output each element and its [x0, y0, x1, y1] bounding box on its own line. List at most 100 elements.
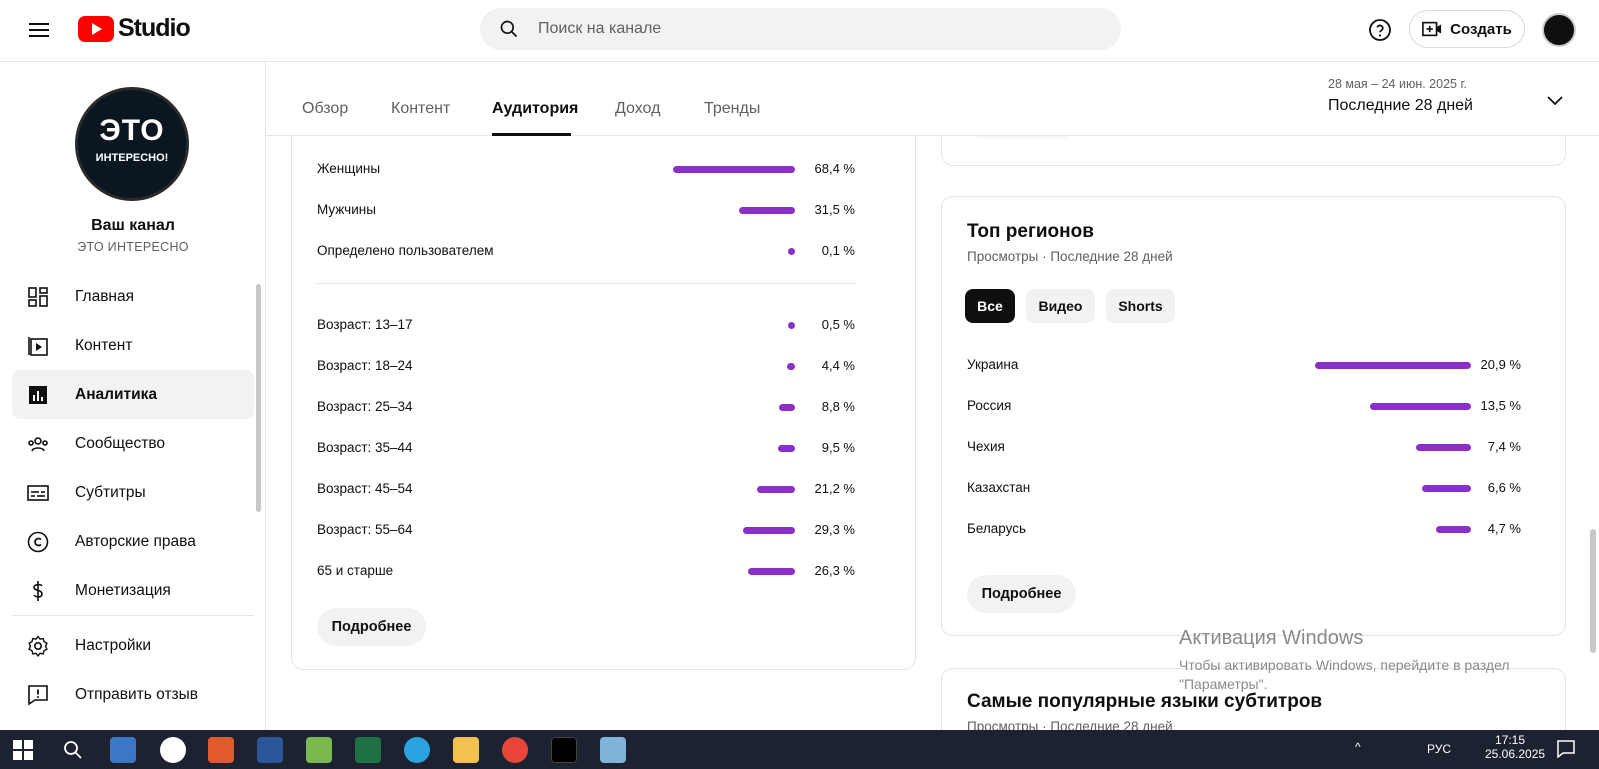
sidebar-item-feedback[interactable]: Отправить отзыв [12, 670, 254, 719]
menu-icon[interactable] [27, 19, 51, 43]
age-row: Возраст: 35–44 9,5 % [292, 436, 915, 460]
sidebar-item-copyright[interactable]: Авторские права [12, 517, 254, 566]
region-row-bar [1315, 362, 1471, 369]
gender-row: Мужчины 31,5 % [292, 198, 915, 222]
demographics-card: Женщины 68,4 % Мужчины 31,5 % Определено пол… [291, 136, 916, 670]
sidebar-item-dashboard[interactable]: Главная [12, 272, 254, 321]
previous-card [941, 136, 1566, 166]
tray-language[interactable]: РУС [1427, 742, 1451, 769]
channel-name: Ваш канал [91, 217, 175, 234]
sidebar-bottom-nav: Настройки Отправить отзыв [12, 615, 254, 719]
media-player-icon[interactable] [110, 737, 136, 763]
sidebar-nav: Главная Контент Аналитика Сообщество Суб… [12, 272, 254, 615]
help-icon[interactable] [1368, 18, 1392, 42]
demographics-divider [317, 283, 857, 284]
word-icon[interactable] [257, 737, 283, 763]
search-box[interactable] [480, 8, 1121, 50]
watermark-title: Активация Windows [1179, 627, 1364, 649]
chip-shorts[interactable]: Shorts [1106, 289, 1175, 323]
notepad-icon[interactable] [306, 737, 332, 763]
region-row: Казахстан 6,6 % [942, 476, 1565, 500]
page-scrollbar[interactable] [1590, 529, 1596, 653]
search-icon [500, 20, 518, 38]
windows-start-icon[interactable] [12, 739, 34, 761]
sidebar-scrollbar[interactable] [256, 284, 261, 512]
monetization-icon [33, 581, 43, 601]
sidebar-item-subtitles[interactable]: Субтитры [12, 468, 254, 517]
youtube-play-icon [78, 15, 114, 42]
age-row-value: 26,3 % [814, 563, 855, 578]
tab-audience[interactable]: Аудитория [492, 100, 578, 118]
tray-clock[interactable]: 17:15 25.06.2025 [1485, 733, 1546, 769]
tray-time: 17:15 [1494, 733, 1526, 747]
gender-row-value: 68,4 % [814, 161, 855, 176]
gender-row-label: Определено пользователем [317, 243, 494, 258]
demographics-more-button[interactable]: Подробнее [317, 608, 426, 646]
excel-icon[interactable] [355, 737, 381, 763]
age-row: Возраст: 25–34 8,8 % [292, 395, 915, 419]
search-input[interactable] [538, 8, 1098, 50]
age-row-label: Возраст: 55–64 [317, 522, 413, 537]
gender-row-value: 0,1 % [821, 243, 855, 258]
powerpoint-icon[interactable] [208, 737, 234, 763]
top-header: Studio Создать [0, 0, 1599, 62]
gender-row: Женщины 68,4 % [292, 157, 915, 181]
sidebar-item-monetization[interactable]: Монетизация [12, 566, 254, 615]
sidebar-item-community[interactable]: Сообщество [12, 419, 254, 468]
taskbar-search-icon[interactable] [62, 739, 84, 761]
age-row: Возраст: 55–64 29,3 % [292, 518, 915, 542]
age-row: Возраст: 13–17 0,5 % [292, 313, 915, 337]
chip-video[interactable]: Видео [1026, 289, 1095, 323]
age-row-bar [742, 527, 795, 534]
notes-app-icon[interactable] [600, 737, 626, 763]
age-row-bar [748, 568, 795, 575]
yandex-browser-icon[interactable] [160, 737, 186, 763]
avatar-text-1: ЭТО [99, 114, 165, 147]
age-row-value: 9,5 % [821, 440, 855, 455]
copyright-icon [27, 531, 49, 553]
region-row-label: Украина [967, 357, 1019, 372]
tab-content[interactable]: Контент [391, 100, 450, 118]
sidebar-item-label: Монетизация [75, 581, 171, 599]
sidebar-item-content[interactable]: Контент [12, 321, 254, 370]
regions-more-button[interactable]: Подробнее [967, 575, 1076, 613]
age-row: Возраст: 18–24 4,4 % [292, 354, 915, 378]
sidebar-item-settings[interactable]: Настройки [12, 621, 254, 670]
tab-revenue[interactable]: Доход [615, 100, 660, 118]
capcut-icon[interactable] [551, 737, 577, 763]
region-row-label: Чехия [967, 439, 1005, 454]
sidebar-item-analytics[interactable]: Аналитика [12, 370, 254, 419]
chevron-down-icon[interactable] [1546, 95, 1564, 107]
watermark-text-2: "Параметры". [1179, 676, 1268, 692]
age-row: 65 и старше 26,3 % [292, 559, 915, 583]
telegram-icon[interactable] [404, 737, 430, 763]
sidebar-item-label: Субтитры [75, 483, 146, 501]
region-row-value: 7,4 % [1487, 439, 1521, 454]
account-avatar[interactable] [1542, 13, 1576, 47]
create-label: Создать [1450, 20, 1512, 38]
tab-trends[interactable]: Тренды [704, 100, 760, 118]
file-explorer-icon[interactable] [453, 737, 479, 763]
tray-date: 25.06.2025 [1485, 747, 1546, 761]
feedback-icon [28, 685, 48, 706]
analytics-tabs: Обзор Контент Аудитория Доход Тренды 28 … [266, 62, 1599, 136]
chrome-icon[interactable] [502, 737, 528, 763]
chip-all[interactable]: Все [965, 289, 1015, 323]
age-row-label: Возраст: 18–24 [317, 358, 413, 373]
channel-avatar[interactable]: ЭТО ИНТЕРЕСНО! [75, 87, 189, 201]
region-row-label: Беларусь [967, 521, 1027, 536]
notification-icon[interactable] [1556, 739, 1576, 759]
channel-handle: ЭТО ИНТЕРЕСНО [77, 240, 189, 254]
tray-chevron-icon[interactable]: ^ [1355, 740, 1361, 769]
studio-logo[interactable]: Studio [78, 14, 191, 43]
gender-row-bar [673, 166, 795, 173]
watermark-text-1: Чтобы активировать Windows, перейдите в … [1179, 657, 1510, 673]
region-row-label: Казахстан [967, 480, 1031, 495]
create-button[interactable]: Создать [1409, 10, 1525, 48]
gender-row-bar [788, 248, 795, 255]
previous-card-more-button[interactable] [967, 136, 1075, 139]
tab-overview[interactable]: Обзор [302, 100, 348, 118]
gender-row-bar [738, 207, 795, 214]
age-row-label: Возраст: 45–54 [317, 481, 413, 496]
date-range-selector[interactable]: 28 мая – 24 июн. 2025 г. Последние 28 дн… [1328, 77, 1473, 115]
